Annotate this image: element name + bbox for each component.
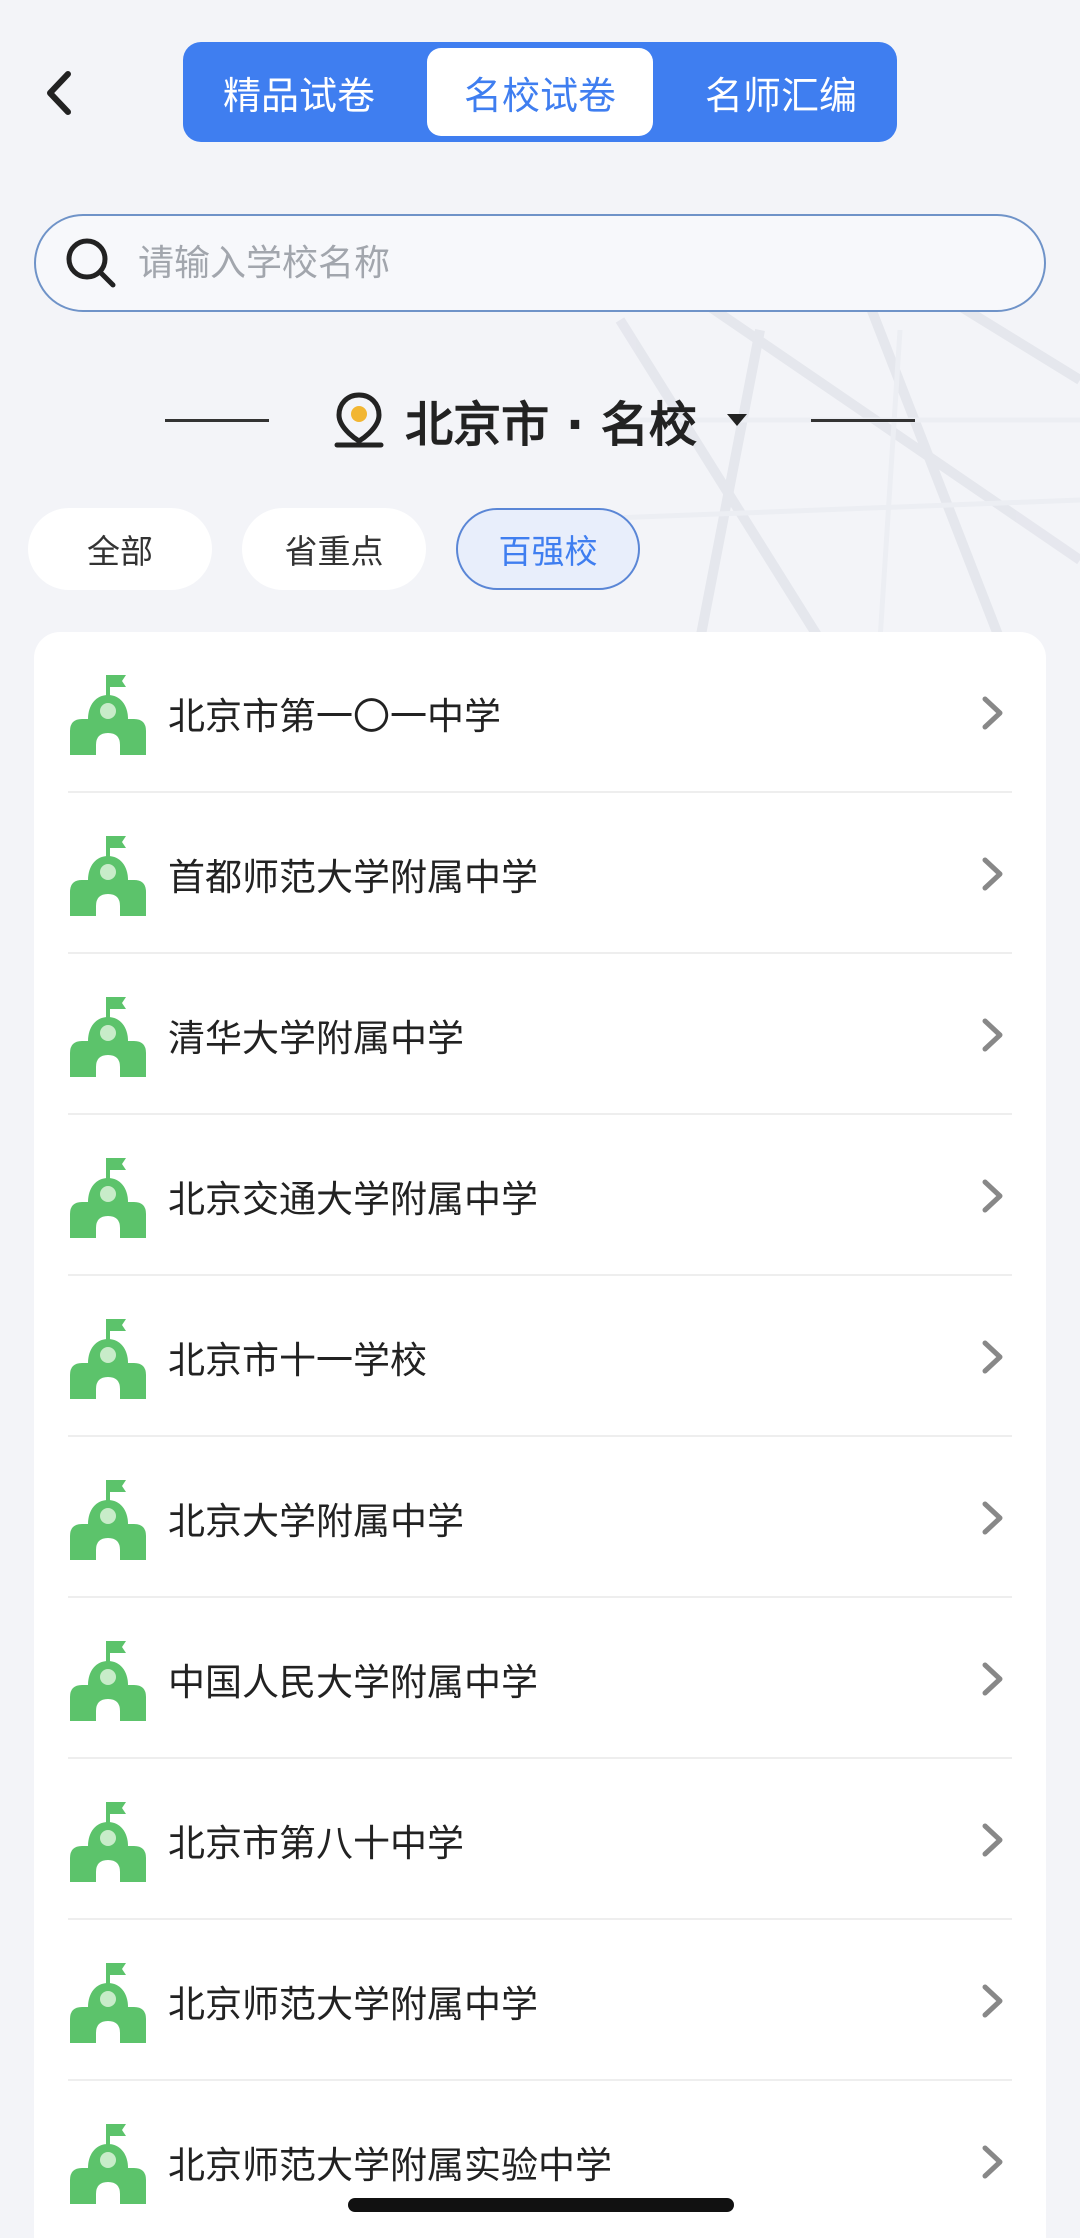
search-input[interactable] [138,242,998,284]
school-list-item[interactable]: 清华大学附属中学 [34,954,1046,1115]
school-list: 北京市第一〇一中学 首都师范大学附属中学 清华大学附属中学 北京交通大学附属中学… [34,632,1046,2238]
school-icon [70,674,146,755]
school-list-item[interactable]: 北京市十一学校 [34,1276,1046,1437]
school-icon [70,1479,146,1560]
region-title: 北京市 · 名校 [405,397,697,453]
chevron-right-icon [982,1984,1003,2017]
caret-down-icon [726,414,747,426]
school-name: 中国人民大学附属中学 [168,1660,538,1704]
chevron-right-icon [982,1340,1003,1373]
chevron-right-icon [982,857,1003,890]
school-icon [70,835,146,916]
school-name: 首都师范大学附属中学 [168,855,538,899]
school-icon [70,1801,146,1882]
tab-famous-school-papers[interactable]: 名校试卷 [427,48,653,136]
school-list-item[interactable]: 北京师范大学附属实验中学 [34,2081,1046,2238]
school-icon [70,1157,146,1238]
school-name: 北京大学附属中学 [168,1499,464,1543]
school-list-item[interactable]: 北京市第八十中学 [34,1759,1046,1920]
school-name: 北京师范大学附属中学 [168,1982,538,2026]
school-list-item[interactable]: 中国人民大学附属中学 [34,1598,1046,1759]
region-selector: 北京市 · 名校 [0,380,1080,460]
chevron-right-icon [982,1662,1003,1695]
region-dropdown[interactable]: 北京市 · 名校 [331,385,749,455]
school-list-item[interactable]: 首都师范大学附属中学 [34,793,1046,954]
chevron-right-icon [982,1501,1003,1534]
chevron-right-icon [982,1179,1003,1212]
back-button[interactable] [30,58,88,128]
school-name: 北京市第一〇一中学 [168,694,501,738]
home-indicator[interactable] [348,2198,734,2212]
school-name: 北京师范大学附属实验中学 [168,2143,612,2187]
search-icon [66,238,116,288]
school-icon [70,1318,146,1399]
school-name: 清华大学附属中学 [168,1016,464,1060]
tab-famous-teacher-compilation[interactable]: 名师汇编 [671,48,891,136]
chevron-right-icon [982,1018,1003,1051]
search-bar[interactable] [34,214,1046,312]
school-icon [70,1640,146,1721]
school-list-item[interactable]: 北京市第一〇一中学 [34,632,1046,793]
filter-provincial-key[interactable]: 省重点 [242,508,426,590]
school-icon [70,996,146,1077]
divider-left [165,418,270,422]
location-pin-icon [334,392,384,448]
school-icon [70,1962,146,2043]
chevron-right-icon [982,1823,1003,1856]
category-segmented-control: 精品试卷 名校试卷 名师汇编 [183,42,897,142]
filter-chips: 全部 省重点 百强校 [28,508,670,590]
school-icon [70,2123,146,2204]
school-name: 北京市十一学校 [168,1338,427,1382]
divider-right [810,418,915,422]
school-list-item[interactable]: 北京大学附属中学 [34,1437,1046,1598]
filter-all[interactable]: 全部 [28,508,212,590]
school-list-item[interactable]: 北京交通大学附属中学 [34,1115,1046,1276]
school-list-item[interactable]: 北京师范大学附属中学 [34,1920,1046,2081]
school-name: 北京交通大学附属中学 [168,1177,538,1221]
chevron-left-icon [47,71,71,115]
top-bar: 精品试卷 名校试卷 名师汇编 [0,0,1080,190]
chevron-right-icon [982,696,1003,729]
school-name: 北京市第八十中学 [168,1821,464,1865]
chevron-right-icon [982,2145,1003,2178]
filter-top-hundred[interactable]: 百强校 [456,508,640,590]
tab-premium-papers[interactable]: 精品试卷 [189,48,409,136]
